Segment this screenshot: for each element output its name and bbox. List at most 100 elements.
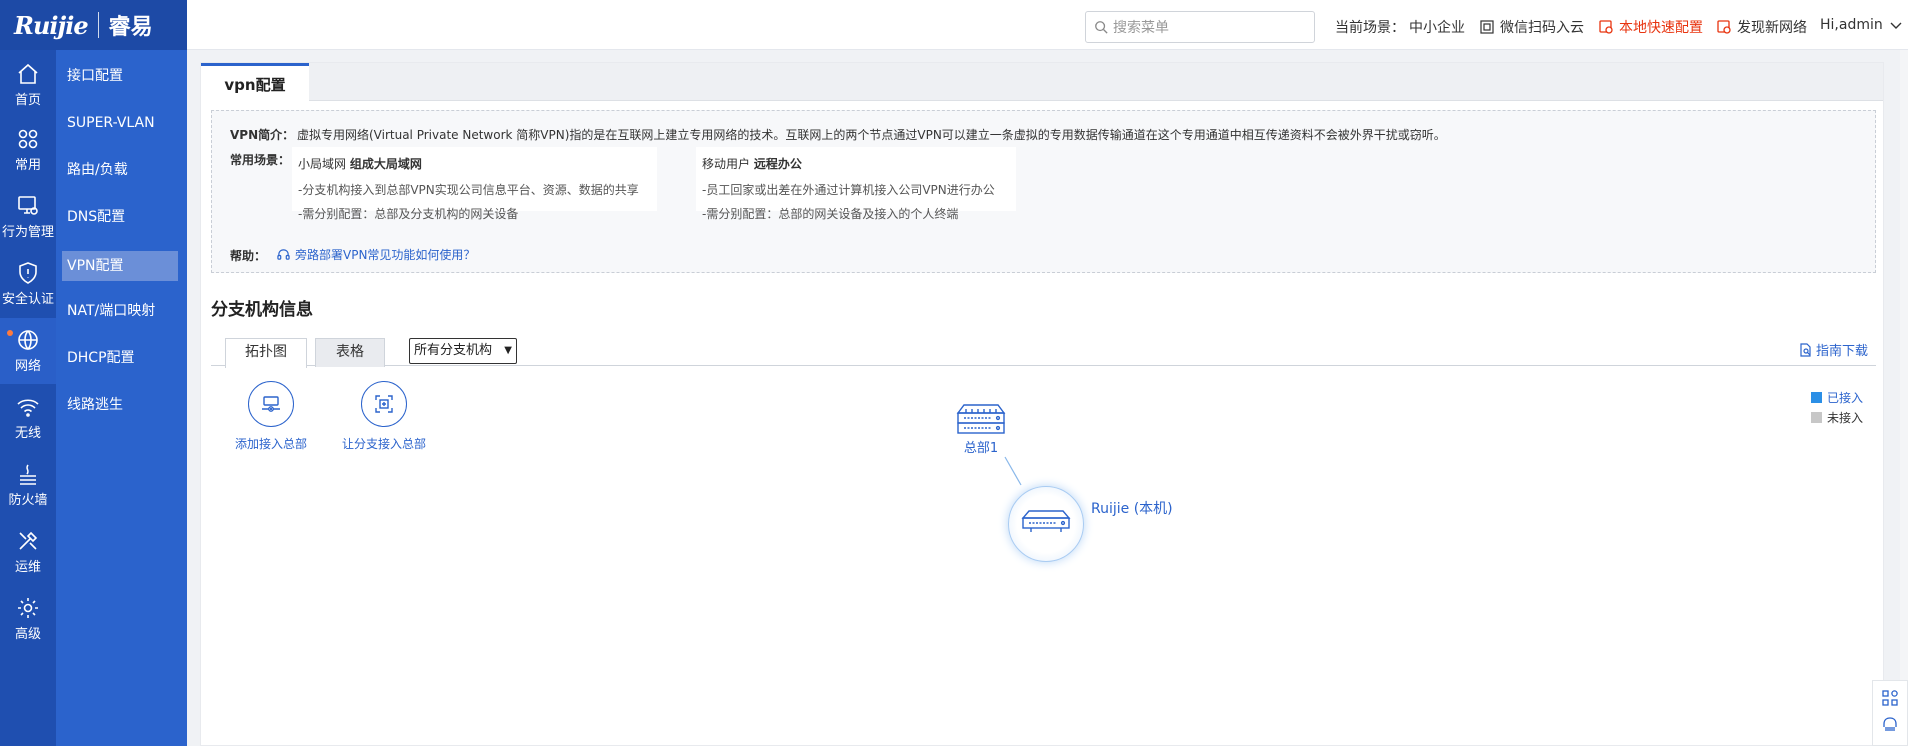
page-tab-strip: vpn配置 xyxy=(201,63,1883,102)
hq-node[interactable]: 总部1 xyxy=(951,403,1011,456)
rail-item-firewall[interactable]: 防火墙 xyxy=(0,452,56,518)
local-device-node[interactable] xyxy=(1008,486,1084,562)
notification-dot xyxy=(7,330,13,336)
branch-filter-select[interactable]: 所有分支机构 ▼ xyxy=(409,338,517,364)
rail-label: 常用 xyxy=(14,158,41,173)
user-label: Hi,admin xyxy=(1820,17,1883,33)
add-hq-label: 添加接入总部 xyxy=(235,437,308,451)
submenu-dhcp[interactable]: DHCP配置 xyxy=(56,340,187,376)
discover-label: 发现新网络 xyxy=(1737,20,1807,36)
legend-swatch-connected xyxy=(1810,391,1822,403)
main-nav-rail: 首页 常用 行为管理 安全认证 网络 无线 防火墙 运维 高级 xyxy=(0,50,56,746)
help-link[interactable]: 旁路部署VPN常见功能如何使用？ xyxy=(277,246,475,263)
add-hq-button[interactable]: 添加接入总部 xyxy=(235,381,307,452)
vpn-config-panel: vpn配置 VPN简介： 虚拟专用网络(Virtual Private Netw… xyxy=(200,62,1884,746)
support-icon[interactable] xyxy=(1881,715,1899,733)
rail-item-security[interactable]: 安全认证 xyxy=(0,251,56,317)
scene-lan-title: 小局域网 组成大局域网 xyxy=(298,155,651,172)
quick-config-label: 本地快速配置 xyxy=(1619,20,1703,36)
document-search-icon xyxy=(1800,342,1811,357)
tab-vpn-config[interactable]: vpn配置 xyxy=(201,63,309,102)
floating-toolbar xyxy=(1872,680,1908,746)
rail-item-advanced[interactable]: 高级 xyxy=(0,586,56,652)
legend-swatch-not-connected xyxy=(1810,411,1822,423)
help-link-text: 旁路部署VPN常见功能如何使用？ xyxy=(295,248,476,262)
scene-lan-line: -需分别配置：总部及分支机构的网关设备 xyxy=(298,207,519,221)
scene-mobile-bold: 远程办公 xyxy=(753,157,802,171)
rail-label: 网络 xyxy=(14,359,41,374)
scene-card-mobile: 移动用户 远程办公 -员工回家或出差在外通过计算机接入公司VPN进行办公 -需分… xyxy=(696,147,1016,221)
logo-ruiyi: 睿易 xyxy=(108,15,153,40)
help-label: 帮助： xyxy=(230,249,267,263)
rail-label: 安全认证 xyxy=(1,292,54,307)
rail-item-wireless[interactable]: 无线 xyxy=(0,385,56,451)
view-tab-bar: 拓扑图 表格 所有分支机构 ▼ 指南下载 xyxy=(211,334,1876,368)
scene-card-lan: 小局域网 组成大局域网 -分支机构接入到总部VPN实现公司信息平台、资源、数据的… xyxy=(292,147,657,221)
rail-label: 首页 xyxy=(14,93,41,108)
legend-connected: 已接入 xyxy=(1810,387,1863,407)
submenu-nat[interactable]: NAT/端口映射 xyxy=(56,293,187,329)
expand-frame-icon xyxy=(375,395,393,413)
submenu-super-vlan[interactable]: SUPER-VLAN xyxy=(56,105,187,141)
apps-icon[interactable] xyxy=(1881,689,1899,707)
config-icon xyxy=(1599,20,1613,34)
vpn-intro-text: 虚拟专用网络(Virtual Private Network 简称VPN)指的是… xyxy=(297,128,1446,142)
tools-icon xyxy=(19,531,38,550)
scene-lan-prefix: 小局域网 xyxy=(298,157,350,171)
vpn-intro-box: VPN简介： 虚拟专用网络(Virtual Private Network 简称… xyxy=(211,110,1876,273)
scene-value[interactable]: 中小企业 xyxy=(1409,17,1465,37)
shield-icon xyxy=(19,262,37,284)
app-root: Ruijie 睿易 首页 常用 行为管理 安全认证 网络 无线 防火墙 运维 高… xyxy=(0,0,1908,746)
add-hq-circle xyxy=(248,381,294,427)
rail-label: 高级 xyxy=(14,627,41,642)
brand-logo[interactable]: Ruijie 睿易 xyxy=(0,0,187,50)
topology-legend: 已接入 未接入 xyxy=(1810,387,1863,427)
network-submenu: 接口配置 SUPER-VLAN 路由/负载 DNS配置 VPN配置 NAT/端口… xyxy=(56,50,187,746)
scene-lan-bold: 组成大局域网 xyxy=(349,157,422,171)
current-scene: 当前场景： 中小企业 xyxy=(1335,17,1465,37)
rail-item-home[interactable]: 首页 xyxy=(0,52,56,118)
search-placeholder: 搜索菜单 xyxy=(1113,20,1169,36)
wechat-label: 微信扫码入云 xyxy=(1500,20,1584,36)
legend-not-connected: 未接入 xyxy=(1810,407,1863,427)
qrcode-icon xyxy=(1480,20,1494,34)
router-icon xyxy=(956,404,1006,434)
rail-item-network[interactable]: 网络 xyxy=(0,318,56,384)
submenu-dns[interactable]: DNS配置 xyxy=(56,199,187,235)
headset-icon xyxy=(277,249,290,260)
rail-item-behavior[interactable]: 行为管理 xyxy=(0,184,56,250)
let-branch-label: 让分支接入总部 xyxy=(342,437,427,451)
scene-mobile-prefix: 移动用户 xyxy=(702,157,754,171)
submenu-routing[interactable]: 路由/负载 xyxy=(56,152,187,188)
let-branch-button[interactable]: 让分支接入总部 xyxy=(342,381,427,452)
scene-mobile-line: -员工回家或出差在外通过计算机接入公司VPN进行办公 xyxy=(702,183,995,197)
top-bar: 搜索菜单 当前场景： 中小企业 微信扫码入云 本地快速配置 发现新网络 Hi,a… xyxy=(187,0,1908,50)
quick-config-link[interactable]: 本地快速配置 xyxy=(1599,17,1703,37)
discover-icon xyxy=(1717,20,1731,34)
rail-label: 运维 xyxy=(14,560,41,575)
search-input[interactable]: 搜索菜单 xyxy=(1085,11,1315,43)
grid-icon xyxy=(18,129,38,149)
globe-icon xyxy=(18,330,38,351)
submenu-vpn[interactable]: VPN配置 xyxy=(62,251,178,281)
guide-download-label: 指南下载 xyxy=(1815,344,1868,359)
gear-icon xyxy=(18,598,38,618)
discover-network-link[interactable]: 发现新网络 xyxy=(1717,17,1807,37)
submenu-line-escape[interactable]: 线路逃生 xyxy=(56,387,187,423)
user-menu[interactable]: Hi,admin xyxy=(1820,17,1903,33)
tab-topology[interactable]: 拓扑图 xyxy=(225,338,307,368)
logo-separator xyxy=(97,12,99,38)
rail-item-common[interactable]: 常用 xyxy=(0,117,56,183)
chevron-down-icon: ▼ xyxy=(504,345,512,356)
rail-item-ops[interactable]: 运维 xyxy=(0,519,56,585)
let-branch-circle xyxy=(361,381,407,427)
guide-download-link[interactable]: 指南下载 xyxy=(1799,340,1868,359)
tab-table[interactable]: 表格 xyxy=(315,338,385,367)
router-icon xyxy=(1021,510,1071,532)
scene-label: 常用场景： xyxy=(230,153,291,167)
device-add-icon xyxy=(262,396,280,412)
submenu-interface-config[interactable]: 接口配置 xyxy=(56,58,187,94)
page-scrollbar[interactable] xyxy=(1900,50,1908,746)
wifi-icon xyxy=(17,399,39,417)
wechat-cloud-link[interactable]: 微信扫码入云 xyxy=(1480,17,1584,37)
